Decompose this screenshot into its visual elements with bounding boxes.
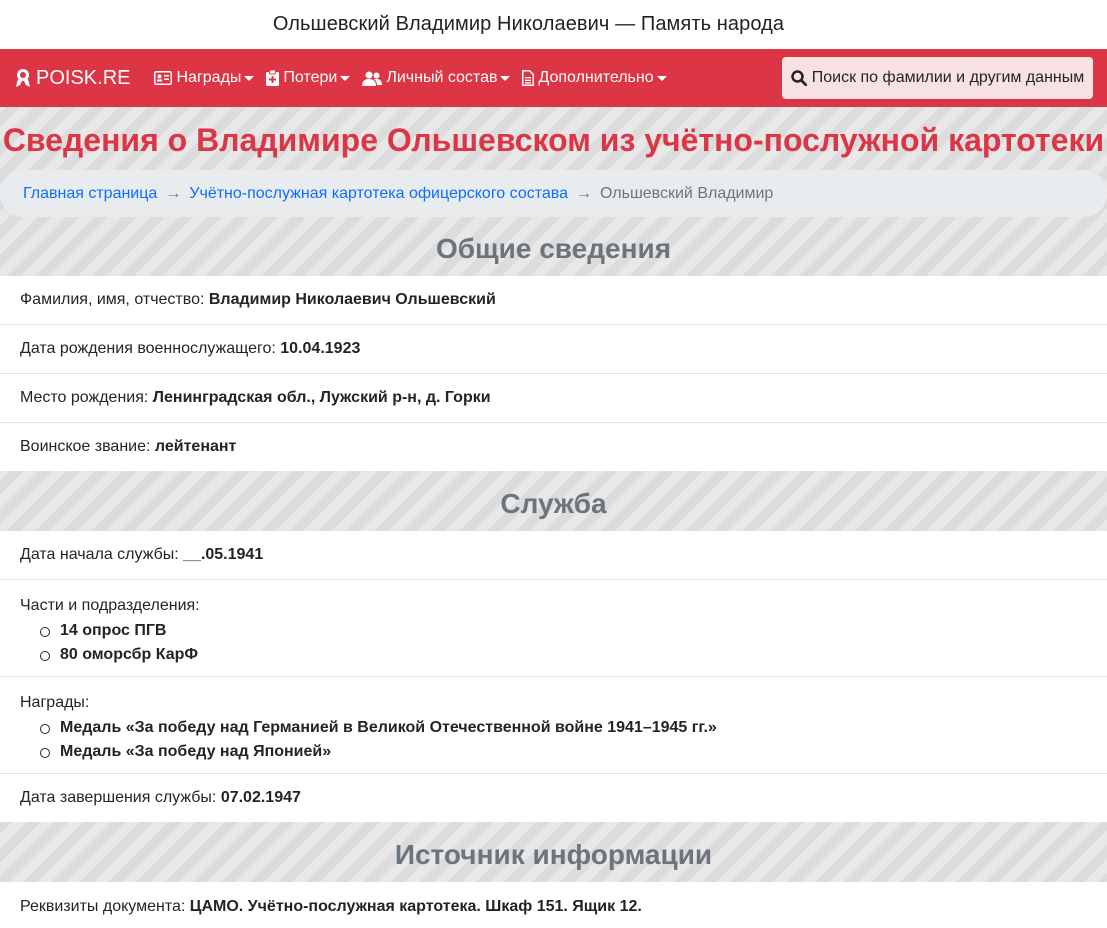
chevron-down-icon	[340, 75, 351, 81]
service-row-start: Дата начала службы: __.05.1941	[0, 531, 1107, 580]
window-title: Ольшевский Владимир Николаевич — Память …	[272, 13, 785, 35]
info-row-rank: Воинское звание: лейтенант	[0, 423, 1107, 471]
field-label: Фамилия, имя, отчество:	[20, 291, 205, 308]
field-label: Место рождения:	[20, 389, 149, 406]
breadcrumb-separator: →	[576, 184, 592, 202]
section-title-service: Служба	[500, 488, 607, 519]
list-item: Медаль «За победу над Германией в Велико…	[20, 716, 1087, 740]
chevron-down-icon	[656, 75, 667, 81]
nav-item-losses[interactable]: Потери	[266, 69, 351, 87]
field-value: Ленинградская обл., Лужский р-н, д. Горк…	[152, 389, 491, 406]
source-card: Реквизиты документа: ЦАМО. Учётно-послуж…	[0, 882, 1107, 928]
breadcrumb-separator: →	[165, 184, 182, 202]
id-card-icon	[154, 71, 173, 85]
nav-item-personnel[interactable]: Личный состав	[362, 69, 511, 87]
field-value: 10.04.1923	[280, 340, 361, 357]
medal-icon	[16, 69, 30, 87]
document-icon	[522, 70, 535, 86]
nav-item-losses-label: Потери	[283, 69, 338, 86]
breadcrumb-current: Ольшевский Владимир	[600, 184, 774, 202]
field-value: __.05.1941	[183, 546, 264, 563]
breadcrumb: Главная страница → Учётно-послужная карт…	[0, 170, 1107, 217]
info-row-fullname: Фамилия, имя, отчество: Владимир Николае…	[0, 276, 1107, 325]
navbar: POISK.RE Награды Потери Личный состав До…	[0, 49, 1107, 107]
field-label: Дата рождения военнослужащего:	[20, 340, 276, 357]
section-title-general: Общие сведения	[435, 233, 672, 264]
brand-name: POISK.RE	[36, 66, 131, 89]
section-title-source: Источник информации	[394, 839, 713, 870]
chevron-down-icon	[500, 75, 511, 81]
nav-item-awards[interactable]: Награды	[154, 69, 255, 87]
field-label: Части и подразделения:	[20, 597, 200, 614]
source-row-document: Реквизиты документа: ЦАМО. Учётно-послуж…	[0, 882, 1107, 928]
field-value: ЦАМО. Учётно-послужная картотека. Шкаф 1…	[189, 897, 642, 915]
general-info-card: Фамилия, имя, отчество: Владимир Николае…	[0, 276, 1107, 471]
nav-menu: Награды Потери Личный состав Дополнитель…	[142, 69, 667, 87]
nav-item-personnel-label: Личный состав	[386, 69, 498, 86]
field-label: Дата завершения службы:	[20, 789, 217, 806]
field-value: 07.02.1947	[220, 789, 301, 806]
users-icon	[362, 71, 383, 86]
search-icon	[790, 70, 807, 86]
service-card: Дата начала службы: __.05.1941 Части и п…	[0, 531, 1107, 822]
service-row-units: Части и подразделения: 14 опрос ПГВ 80 о…	[0, 580, 1107, 677]
page-title: Сведения о Владимире Ольшевском из учётн…	[2, 122, 1105, 158]
clipboard-plus-icon	[266, 70, 280, 86]
field-value: лейтенант	[154, 438, 237, 455]
search-button[interactable]: Поиск по фамилии и другим данным	[782, 57, 1093, 99]
units-list: 14 опрос ПГВ 80 оморсбр КарФ	[20, 619, 1087, 667]
nav-item-additional-label: Дополнительно	[538, 69, 654, 86]
field-label: Реквизиты документа:	[20, 897, 186, 915]
info-row-birthdate: Дата рождения военнослужащего: 10.04.192…	[0, 325, 1107, 374]
breadcrumb-section-link[interactable]: Учётно-послужная картотека офицерского с…	[189, 185, 568, 203]
awards-list: Медаль «За победу над Германией в Велико…	[20, 716, 1087, 764]
field-label: Дата начала службы:	[20, 546, 179, 563]
list-item: 14 опрос ПГВ	[20, 619, 1087, 643]
window-title-bar: Ольшевский Владимир Николаевич — Память …	[0, 0, 1107, 49]
breadcrumb-home-link[interactable]: Главная страница	[23, 185, 157, 203]
chevron-down-icon	[244, 75, 255, 81]
field-label: Награды:	[20, 694, 90, 711]
nav-item-awards-label: Награды	[176, 69, 242, 86]
list-item: Медаль «За победу над Японией»	[20, 740, 1087, 764]
service-row-end: Дата завершения службы: 07.02.1947	[0, 774, 1107, 822]
search-button-label: Поиск по фамилии и другим данным	[811, 69, 1085, 86]
brand-link[interactable]: POISK.RE	[14, 67, 130, 90]
info-row-birthplace: Место рождения: Ленинградская обл., Лужс…	[0, 374, 1107, 423]
field-label: Воинское звание:	[20, 438, 151, 455]
nav-item-additional[interactable]: Дополнительно	[522, 69, 667, 87]
field-value: Владимир Николаевич Ольшевский	[208, 291, 496, 308]
list-item: 80 оморсбр КарФ	[20, 643, 1087, 667]
service-row-awards: Награды: Медаль «За победу над Германией…	[0, 677, 1107, 774]
